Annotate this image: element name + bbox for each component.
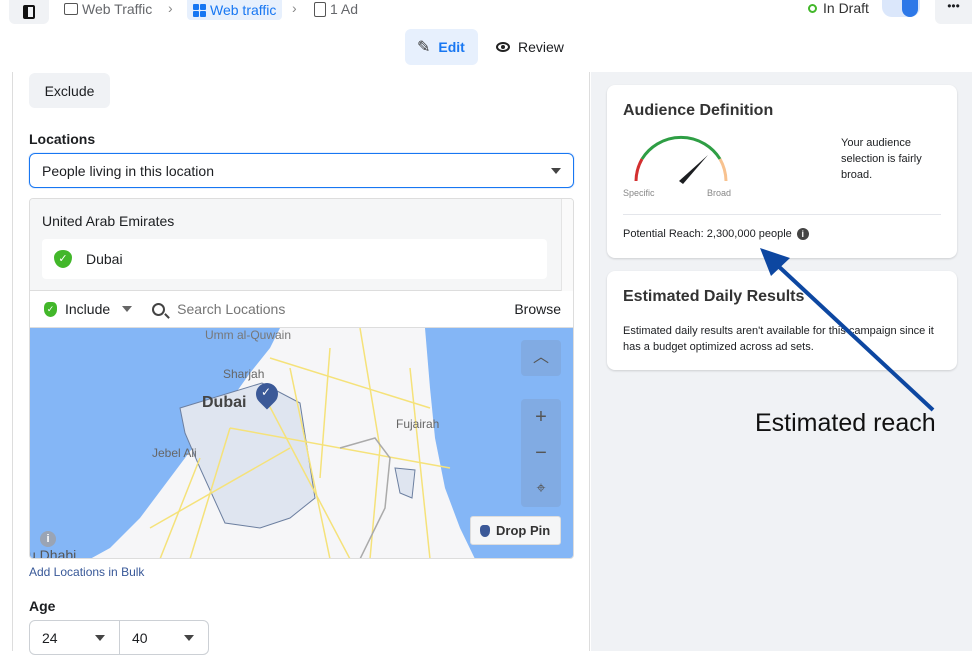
map-label: Dubai bbox=[202, 394, 247, 411]
caret-down-icon bbox=[184, 634, 194, 641]
location-type-select[interactable]: People living in this location bbox=[29, 153, 574, 188]
pencil-icon: ✎ bbox=[417, 39, 431, 56]
breadcrumb-adset[interactable]: Web traffic bbox=[187, 0, 283, 20]
zoom-out-button[interactable]: − bbox=[521, 435, 561, 471]
location-target-icon: ⌖ bbox=[536, 480, 546, 497]
search-icon bbox=[152, 302, 170, 319]
draft-toggle[interactable] bbox=[882, 0, 920, 17]
info-icon[interactable]: i bbox=[796, 228, 809, 240]
panel-icon bbox=[23, 5, 35, 19]
grid-icon bbox=[193, 3, 206, 17]
browse-button[interactable]: Browse bbox=[514, 301, 561, 317]
daily-results-text: Estimated daily results aren't available… bbox=[623, 325, 934, 353]
chevron-right-icon: › bbox=[168, 0, 173, 16]
caret-down-icon bbox=[95, 634, 105, 641]
daily-results-card: Estimated Daily Results Estimated daily … bbox=[607, 271, 957, 370]
map-label: Umm al-Quwain bbox=[205, 328, 292, 342]
breadcrumb-ad[interactable]: 1 Ad bbox=[314, 0, 358, 18]
scrollbar[interactable] bbox=[561, 199, 573, 291]
check-shield-icon: ✓ bbox=[44, 301, 57, 317]
potential-reach: Potential Reach: 2,300,000 people i bbox=[623, 228, 809, 240]
location-map[interactable]: Umm al-Quwain Sharjah Dubai Jebel Ali Fu… bbox=[30, 328, 573, 559]
location-box: United Arab Emirates ✓ Dubai ✓ Include B… bbox=[29, 198, 574, 559]
info-icon[interactable]: i bbox=[40, 531, 56, 547]
age-min-select[interactable]: 24 bbox=[29, 620, 120, 655]
annotation-text: Estimated reach bbox=[755, 409, 936, 437]
folder-icon bbox=[64, 3, 78, 15]
map-collapse-button[interactable]: ︿ bbox=[521, 340, 561, 376]
caret-down-icon bbox=[122, 306, 133, 312]
map-label: Fujairah bbox=[396, 417, 440, 431]
sidebar-toggle-button[interactable] bbox=[9, 0, 49, 24]
map-label: Jebel Ali bbox=[152, 446, 197, 460]
locate-button[interactable]: ⌖ bbox=[521, 471, 561, 507]
audience-gauge bbox=[634, 135, 728, 184]
locations-label: Locations bbox=[29, 131, 96, 147]
pin-icon bbox=[480, 524, 490, 537]
gauge-broad-label: Broad bbox=[707, 188, 732, 198]
add-locations-bulk-link[interactable]: Add Locations in Bulk bbox=[29, 565, 144, 579]
more-options-button[interactable]: ••• bbox=[935, 0, 972, 24]
eye-icon bbox=[496, 42, 510, 52]
check-shield-icon: ✓ bbox=[54, 250, 72, 268]
audience-description: Your audience selection is fairly broad. bbox=[841, 137, 922, 181]
age-max-select[interactable]: 40 bbox=[119, 620, 209, 655]
chevron-right-icon: › bbox=[292, 0, 297, 16]
drop-pin-button[interactable]: Drop Pin bbox=[470, 516, 561, 545]
status-badge: In Draft bbox=[808, 0, 869, 16]
country-label: United Arab Emirates bbox=[42, 213, 175, 229]
status-dot-icon bbox=[808, 3, 817, 13]
ellipsis-icon: ••• bbox=[947, 0, 960, 13]
tab-review[interactable]: Review bbox=[484, 29, 576, 65]
audience-definition-card: Audience Definition Specific Broad Your … bbox=[607, 85, 957, 258]
map-label: Sharjah bbox=[223, 367, 265, 381]
search-locations-input[interactable] bbox=[177, 301, 478, 317]
ad-icon bbox=[314, 1, 326, 17]
exclude-button[interactable]: Exclude bbox=[29, 73, 110, 108]
card-title: Estimated Daily Results bbox=[623, 288, 805, 305]
breadcrumb-campaign[interactable]: Web Traffic bbox=[64, 0, 152, 18]
zoom-in-button[interactable]: + bbox=[521, 399, 561, 435]
age-label: Age bbox=[29, 598, 56, 614]
include-dropdown[interactable]: ✓ Include bbox=[44, 301, 133, 317]
caret-down-icon bbox=[551, 167, 561, 174]
gauge-specific-label: Specific bbox=[623, 188, 655, 198]
map-label: u Dhabi bbox=[30, 547, 77, 559]
location-chip[interactable]: ✓ Dubai bbox=[42, 239, 547, 279]
tab-edit[interactable]: ✎ Edit bbox=[405, 29, 478, 65]
card-title: Audience Definition bbox=[623, 102, 774, 119]
